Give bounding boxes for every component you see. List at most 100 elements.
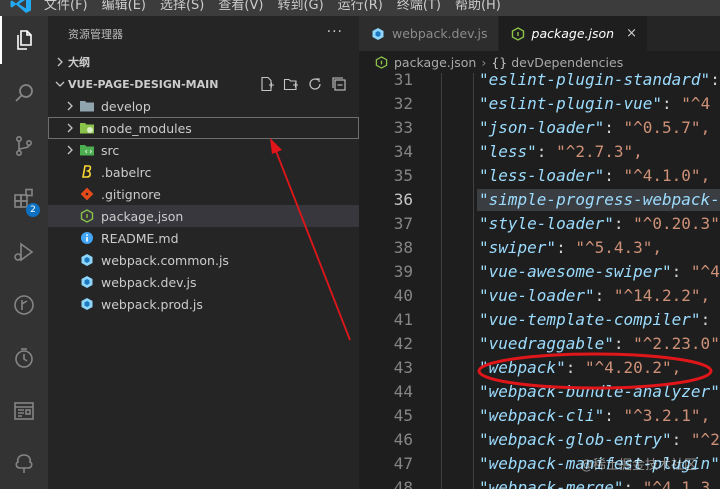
tree-file-webpack-dev[interactable]: webpack.dev.js	[48, 271, 359, 293]
project-section-header[interactable]: VUE-PAGE-DESIGN-MAIN	[48, 73, 359, 95]
code-line: 32 "eslint-plugin-vue": "^4	[359, 92, 720, 116]
breadcrumb-file[interactable]: package.json	[394, 55, 476, 70]
json-string: "^4	[681, 94, 711, 113]
tree-item-label: webpack.common.js	[101, 252, 229, 268]
menu-help[interactable]: 帮助(H)	[455, 0, 501, 13]
code-text: "eslint-plugin-standard": "	[479, 73, 720, 92]
code-line: 48 "webpack-merge": "^4.1.3	[359, 476, 720, 489]
tree-file-package-json[interactable]: package.json	[48, 205, 359, 227]
collapse-all-icon[interactable]	[331, 76, 347, 92]
menu-bar: 文件(F) 编辑(E) 选择(S) 查看(V) 转到(G) 运行(R) 终端(T…	[0, 0, 720, 16]
new-file-icon[interactable]	[259, 76, 275, 92]
json-key: "json-loader"	[479, 118, 605, 137]
json-string: "^0.20.3"	[633, 214, 720, 233]
run-debug-button[interactable]	[0, 228, 48, 276]
explorer-icon	[17, 30, 32, 50]
tree-folder-node-modules[interactable]: node_modules	[48, 117, 359, 139]
line-number: 41	[393, 310, 413, 329]
timeline-icon	[15, 348, 33, 368]
close-icon[interactable]: ×	[626, 26, 637, 41]
code-line: 46 "webpack-glob-entry": "^2	[359, 428, 720, 452]
json-string: "^4.1.0",	[623, 166, 711, 185]
babel-icon	[78, 165, 96, 179]
json-punctuation: :	[556, 238, 576, 257]
chevron-right-icon	[52, 57, 68, 67]
code-line: 45 "webpack-cli": "^3.2.1",	[359, 404, 720, 428]
line-number: 43	[393, 358, 413, 377]
json-key: "webpack"	[479, 358, 566, 377]
tree-file-gitignore[interactable]: .gitignore	[48, 183, 359, 205]
line-number: 36	[393, 190, 413, 209]
code-line: 33 "json-loader": "^0.5.7",	[359, 116, 720, 140]
run-debug-icon	[14, 242, 34, 262]
tree-file-readme[interactable]: README.md	[48, 227, 359, 249]
src-folder-icon	[78, 143, 96, 157]
tree-icon	[15, 454, 33, 473]
json-punctuation: :	[671, 430, 691, 449]
explorer-button[interactable]	[0, 16, 48, 64]
json-punctuation: :	[536, 142, 557, 161]
refresh-icon[interactable]	[307, 76, 323, 92]
json-value: : "^14.2.2",	[595, 286, 711, 305]
json-string: "^3.2.1",	[623, 406, 711, 425]
code-text: "webpack-merge": "^4.1.3	[479, 476, 710, 489]
code-text: "webpack-cli": "^3.2.1",	[479, 404, 710, 428]
json-value: :	[700, 310, 720, 329]
tab-package-json[interactable]: package.json ×	[498, 16, 648, 51]
outline-section-header[interactable]: 大纲	[48, 51, 359, 73]
breadcrumb-node[interactable]: devDependencies	[511, 55, 623, 70]
json-punctuation: :	[613, 214, 634, 233]
source-control-button[interactable]	[0, 122, 48, 170]
code-editor[interactable]: 31 "eslint-plugin-standard": " 32 "eslint-p…	[359, 73, 720, 489]
search-button[interactable]	[0, 69, 48, 117]
line-number: 32	[393, 94, 413, 113]
search-icon	[15, 84, 33, 102]
watermark: @稀土掘金技术社区	[580, 458, 698, 473]
tree-folder-develop[interactable]: develop	[48, 95, 359, 117]
tree-file-webpack-common[interactable]: webpack.common.js	[48, 249, 359, 271]
json-punctuation: :	[604, 118, 624, 137]
more-actions-icon[interactable]: ···	[327, 24, 343, 40]
chevron-right-icon	[62, 101, 78, 111]
tab-webpack-dev-js[interactable]: webpack.dev.js	[359, 16, 499, 51]
activity-bar: 2	[0, 16, 48, 489]
extensions-button[interactable]: 2	[0, 175, 48, 223]
tree-item-label: develop	[101, 98, 151, 114]
extensions-badge: 2	[26, 203, 40, 217]
json-key: "webpack-merge"	[479, 478, 624, 489]
vscode-logo-icon	[10, 0, 31, 13]
menu-run[interactable]: 运行(R)	[338, 0, 383, 13]
remote-explorer-button[interactable]	[0, 387, 48, 435]
git-graph-button[interactable]	[0, 281, 48, 329]
timeline-button[interactable]	[0, 334, 48, 382]
menu-file[interactable]: 文件(F)	[44, 0, 88, 13]
chevron-down-icon	[52, 79, 68, 89]
code-line: 43 "webpack": "^4.20.2",	[359, 356, 720, 380]
code-text: "vue-awesome-swiper": "^4	[479, 260, 720, 284]
json-key: "eslint-plugin-standard"	[479, 73, 711, 89]
object-icon: {}	[491, 54, 508, 70]
tree-item-label: README.md	[101, 230, 179, 246]
menu-view[interactable]: 查看(V)	[218, 0, 263, 13]
tree-item-label: .babelrc	[101, 164, 152, 180]
menu-go[interactable]: 转到(G)	[277, 0, 323, 13]
json-punctuation: :	[613, 334, 634, 353]
code-line: 39 "vue-awesome-swiper": "^4	[359, 260, 720, 284]
menu-terminal[interactable]: 终端(T)	[397, 0, 441, 13]
menu-selection[interactable]: 选择(S)	[160, 0, 204, 13]
new-folder-icon[interactable]	[283, 76, 299, 92]
nodejs-icon	[375, 55, 388, 69]
code-text: "vuedraggable": "^2.23.0"	[479, 332, 720, 356]
tree-folder-src[interactable]: src	[48, 139, 359, 161]
json-key: "vue-loader"	[479, 286, 595, 305]
code-line: 40 "vue-loader": "^14.2.2",	[359, 284, 720, 308]
menu-edit[interactable]: 编辑(E)	[102, 0, 146, 13]
tree-file-webpack-prod[interactable]: webpack.prod.js	[48, 293, 359, 315]
json-value: : "^4.20.2",	[566, 358, 682, 377]
tree-view-button[interactable]	[0, 440, 48, 488]
tree-file-babelrc[interactable]: .babelrc	[48, 161, 359, 183]
json-punctuation: :	[604, 406, 624, 425]
json-key: "style-loader"	[479, 214, 614, 233]
tree-item-label: package.json	[101, 208, 184, 224]
json-key: "less-loader"	[479, 166, 605, 185]
